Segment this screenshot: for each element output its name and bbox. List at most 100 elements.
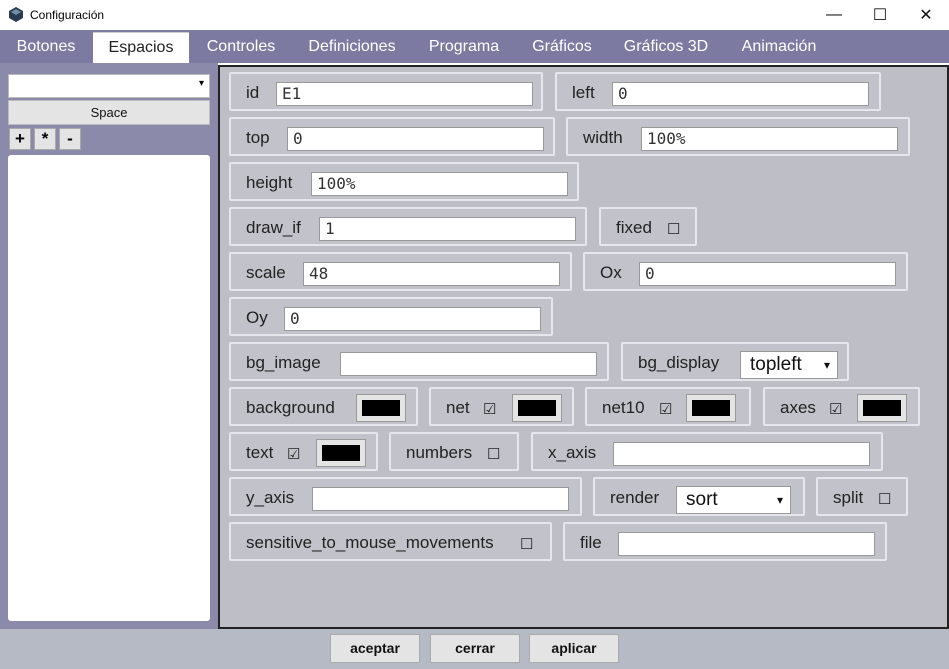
left-input[interactable]: 0 <box>612 82 869 106</box>
height-label: height <box>246 173 293 192</box>
oy-input[interactable]: 0 <box>284 307 541 331</box>
space-button[interactable]: Space <box>8 100 210 125</box>
group-draw-if: draw_if 1 <box>229 207 587 246</box>
y-axis-input[interactable] <box>312 487 569 511</box>
group-sensitive: sensitive_to_mouse_movements ☐ <box>229 522 552 561</box>
axes-label: axes <box>780 398 816 417</box>
net-label: net <box>446 398 470 417</box>
minimize-button[interactable]: — <box>811 0 857 30</box>
close-button[interactable]: ✕ <box>903 0 949 30</box>
draw-if-label: draw_if <box>246 218 301 237</box>
draw-if-input[interactable]: 1 <box>319 217 576 241</box>
maximize-button[interactable]: ☐ <box>857 0 903 30</box>
text-color-swatch <box>322 445 360 461</box>
group-x-axis: x_axis <box>531 432 883 471</box>
tab-controles[interactable]: Controles <box>191 30 291 63</box>
group-fixed: fixed ☐ <box>599 207 697 246</box>
add-space-button[interactable]: + <box>9 128 31 150</box>
x-axis-label: x_axis <box>548 443 597 462</box>
group-width: width 100% <box>566 117 910 156</box>
group-scale: scale 48 <box>229 252 572 291</box>
top-label: top <box>246 128 270 147</box>
net10-label: net10 <box>602 398 645 417</box>
tab-espacios[interactable]: Espacios <box>93 32 189 63</box>
text-label: text <box>246 443 274 462</box>
tab-animacion[interactable]: Animación <box>726 30 832 63</box>
group-split: split ☐ <box>816 477 908 516</box>
numbers-checkbox[interactable]: ☐ <box>487 445 500 463</box>
bg-image-label: bg_image <box>246 353 321 372</box>
group-render: render sort ▾ <box>593 477 805 516</box>
properties-panel: id E1 left 0 top 0 width 100% height 100… <box>218 65 949 629</box>
ox-input[interactable]: 0 <box>639 262 896 286</box>
net10-color-button[interactable] <box>686 394 736 422</box>
group-bg-display: bg_display topleft ▾ <box>621 342 849 381</box>
accept-button[interactable]: aceptar <box>330 634 420 663</box>
render-value: sort <box>686 489 718 510</box>
scale-label: scale <box>246 263 286 282</box>
axes-color-swatch <box>863 400 901 416</box>
scale-input[interactable]: 48 <box>303 262 560 286</box>
axes-color-button[interactable] <box>857 394 907 422</box>
tab-definiciones[interactable]: Definiciones <box>294 30 410 63</box>
id-label: id <box>246 83 260 102</box>
y-axis-label: y_axis <box>246 488 295 507</box>
split-checkbox[interactable]: ☐ <box>878 490 891 508</box>
window-title: Configuración <box>30 8 105 22</box>
group-y-axis: y_axis <box>229 477 582 516</box>
tab-graficos-3d[interactable]: Gráficos 3D <box>610 30 722 63</box>
close-dialog-button[interactable]: cerrar <box>430 634 520 663</box>
text-color-button[interactable] <box>316 439 366 467</box>
bg-image-input[interactable] <box>340 352 597 376</box>
chevron-down-icon: ▾ <box>823 358 830 372</box>
chevron-down-icon: ▾ <box>776 493 783 507</box>
group-net10: net10 ☑ <box>585 387 751 426</box>
minimize-icon: — <box>826 6 842 23</box>
title-bar: Configuración — ☐ ✕ <box>0 0 949 30</box>
split-label: split <box>833 488 864 507</box>
net-checkbox[interactable]: ☑ <box>483 400 496 418</box>
tab-graficos[interactable]: Gráficos <box>518 30 606 63</box>
net-color-button[interactable] <box>512 394 562 422</box>
x-axis-input[interactable] <box>613 442 870 466</box>
id-input[interactable]: E1 <box>276 82 533 106</box>
top-input[interactable]: 0 <box>287 127 544 151</box>
remove-space-button[interactable]: - <box>59 128 81 150</box>
group-bg-image: bg_image <box>229 342 609 381</box>
text-checkbox[interactable]: ☑ <box>287 445 300 463</box>
height-input[interactable]: 100% <box>311 172 568 196</box>
group-background: background <box>229 387 418 426</box>
render-select[interactable]: sort ▾ <box>676 486 791 514</box>
tab-botones[interactable]: Botones <box>0 30 92 63</box>
space-list[interactable] <box>8 155 210 621</box>
bg-display-label: bg_display <box>638 353 720 372</box>
background-color-button[interactable] <box>356 394 406 422</box>
group-top: top 0 <box>229 117 555 156</box>
group-left: left 0 <box>555 72 881 111</box>
app-icon <box>9 7 23 22</box>
apply-button[interactable]: aplicar <box>529 634 619 663</box>
bg-display-select[interactable]: topleft ▾ <box>740 351 838 379</box>
chevron-down-icon: ▾ <box>198 78 204 89</box>
width-label: width <box>583 128 623 147</box>
file-input[interactable] <box>618 532 875 556</box>
group-height: height 100% <box>229 162 579 201</box>
sensitive-label: sensitive_to_mouse_movements <box>246 533 494 552</box>
background-label: background <box>246 398 335 417</box>
duplicate-space-button[interactable]: * <box>34 128 56 150</box>
net-color-swatch <box>518 400 556 416</box>
tab-programa[interactable]: Programa <box>414 30 514 63</box>
bg-display-value: topleft <box>750 354 802 375</box>
sensitive-checkbox[interactable]: ☐ <box>520 535 533 553</box>
group-net: net ☑ <box>429 387 574 426</box>
group-id: id E1 <box>229 72 543 111</box>
render-label: render <box>610 488 660 507</box>
net10-checkbox[interactable]: ☑ <box>659 400 672 418</box>
fixed-checkbox[interactable]: ☐ <box>667 220 680 238</box>
close-icon: ✕ <box>919 7 933 24</box>
background-color-swatch <box>362 400 400 416</box>
group-numbers: numbers ☐ <box>389 432 519 471</box>
axes-checkbox[interactable]: ☑ <box>829 400 842 418</box>
width-input[interactable]: 100% <box>641 127 898 151</box>
space-select[interactable]: ▾ <box>8 74 210 98</box>
